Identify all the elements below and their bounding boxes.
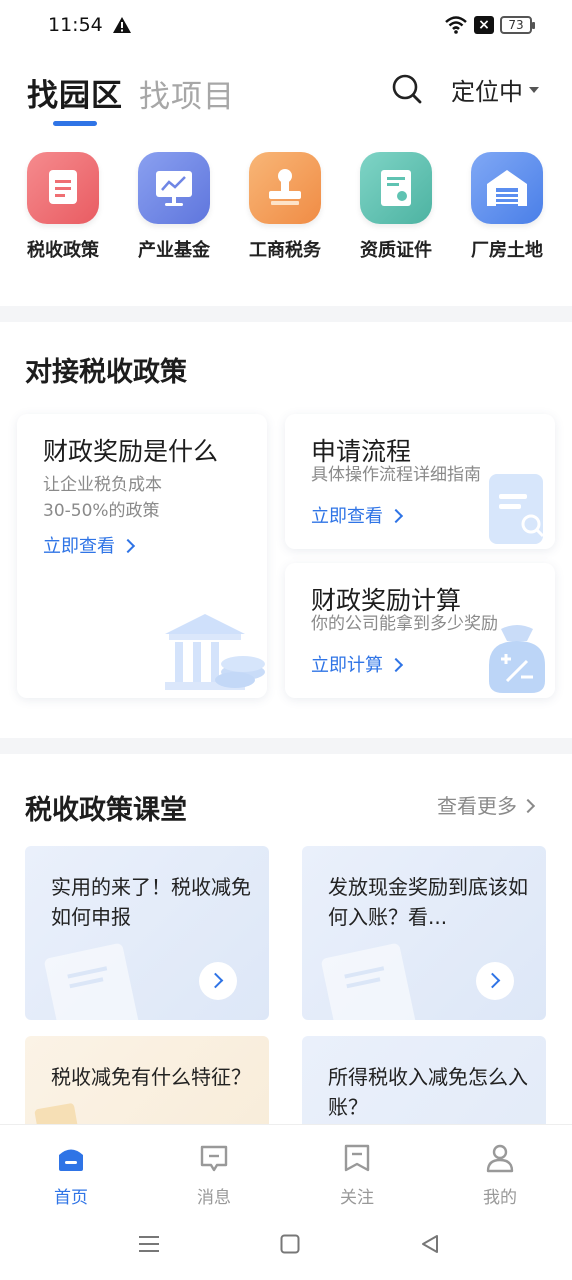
policy-section: 对接税收政策 财政奖励是什么 让企业税负成本 30-50%的政策 立即查看 申请… [0,322,572,738]
card-subtitle: 你的公司能拿到多少奖励 [311,614,498,634]
category-industry-fund[interactable]: 产业基金 [124,152,224,262]
chevron-right-icon [120,538,136,554]
card-reward-what[interactable]: 财政奖励是什么 让企业税负成本 30-50%的政策 立即查看 [17,414,267,698]
lesson-card[interactable]: 所得税收入减免怎么入账？ [302,1036,546,1128]
tab-profile[interactable]: 我的 [460,1143,540,1208]
search-icon[interactable] [390,72,424,106]
category-tax-policy[interactable]: 税收政策 [13,152,113,262]
doc-search-illustration [489,474,545,544]
tab-find-project[interactable]: 找项目 [139,71,235,116]
status-bar: 11:54 × 73 [0,0,572,52]
stamp-icon [249,152,321,224]
calculator-bag-illustration [489,625,545,693]
category-plant-land[interactable]: 厂房土地 [457,152,557,262]
tab-label: 关注 [340,1188,374,1208]
location-selector[interactable]: 定位中 [451,72,539,107]
category-label: 厂房土地 [471,240,543,261]
category-label: 资质证件 [360,240,432,261]
section-title: 对接税收政策 [25,357,187,388]
chevron-right-icon [388,508,404,524]
card-subtitle: 让企业税负成本 [43,475,162,495]
certificate-icon [360,152,432,224]
calc-now-link[interactable]: 立即计算 [311,651,404,677]
link-label: 查看更多 [437,794,517,818]
category-label: 税收政策 [27,240,99,261]
category-label: 工商税务 [249,240,321,261]
lesson-title: 实用的来了！税收减免如何申报 [51,875,251,929]
lesson-card[interactable]: 发放现金奖励到底该如何入账？看... [302,846,546,1020]
wifi-icon [445,16,467,34]
warehouse-icon [471,152,543,224]
chevron-right-icon[interactable] [476,962,514,1000]
chevron-right-icon [388,657,404,673]
card-title: 财政奖励是什么 [43,437,219,466]
card-reward-calc[interactable]: 财政奖励计算 你的公司能拿到多少奖励 立即计算 [285,563,555,698]
bookmark-icon [344,1144,370,1172]
chart-board-icon [138,152,210,224]
lesson-card[interactable]: 税收减免有什么特征？ [25,1036,269,1128]
card-apply-process[interactable]: 申请流程 具体操作流程详细指南 立即查看 [285,414,555,549]
home-icon [59,1149,83,1171]
warning-icon [113,17,131,33]
location-label: 定位中 [451,78,523,106]
category-label: 产业基金 [138,240,210,261]
lesson-title: 所得税收入减免怎么入账？ [328,1065,528,1119]
system-nav-bar [0,1210,572,1280]
classroom-section: 税收政策课堂 查看更多 实用的来了！税收减免如何申报 发放现金奖励到底该如何入账… [0,754,572,1128]
notification-x-icon: × [474,16,494,34]
lesson-title: 发放现金奖励到底该如何入账？看... [328,875,528,929]
document-icon [27,152,99,224]
tab-home[interactable]: 首页 [31,1143,111,1208]
tab-messages[interactable]: 消息 [174,1143,254,1208]
top-nav: 找园区 找项目 定位中 [0,52,572,138]
lesson-title: 税收减免有什么特征？ [51,1065,251,1089]
user-icon [486,1144,514,1173]
category-business-tax[interactable]: 工商税务 [235,152,335,262]
bottom-tab-bar: 首页 消息 关注 我的 [0,1124,572,1210]
view-more-link[interactable]: 查看更多 [437,790,536,819]
tab-active-indicator [53,121,97,126]
paper-illustration [321,943,417,1020]
section-title: 税收政策课堂 [25,795,187,826]
message-icon [200,1145,228,1172]
lesson-card[interactable]: 实用的来了！税收减免如何申报 [25,846,269,1020]
card-subtitle: 具体操作流程详细指南 [311,465,481,485]
chevron-right-icon[interactable] [199,962,237,1000]
link-label: 立即查看 [43,536,115,557]
category-grid: 税收政策 产业基金 工商税务 资质证件 厂房土地 [0,138,572,306]
home-square-icon[interactable] [280,1234,300,1254]
menu-icon[interactable] [138,1234,160,1254]
bank-coins-illustration [165,614,265,690]
tab-follow[interactable]: 关注 [317,1143,397,1208]
status-time: 11:54 [48,14,103,36]
view-now-link[interactable]: 立即查看 [43,532,136,558]
tab-find-park[interactable]: 找园区 [27,70,123,115]
card-subtitle: 30-50%的政策 [43,501,160,521]
battery-indicator: 73 [500,16,535,34]
tab-label: 首页 [54,1188,88,1208]
paper-illustration [44,943,140,1020]
caret-down-icon [529,87,539,93]
chevron-right-icon [520,798,536,814]
tab-label: 消息 [197,1188,231,1208]
link-label: 立即查看 [311,506,383,527]
category-qualification[interactable]: 资质证件 [346,152,446,262]
tab-label: 我的 [483,1188,517,1208]
link-label: 立即计算 [311,655,383,676]
view-now-link[interactable]: 立即查看 [311,502,404,528]
back-triangle-icon[interactable] [420,1234,440,1254]
